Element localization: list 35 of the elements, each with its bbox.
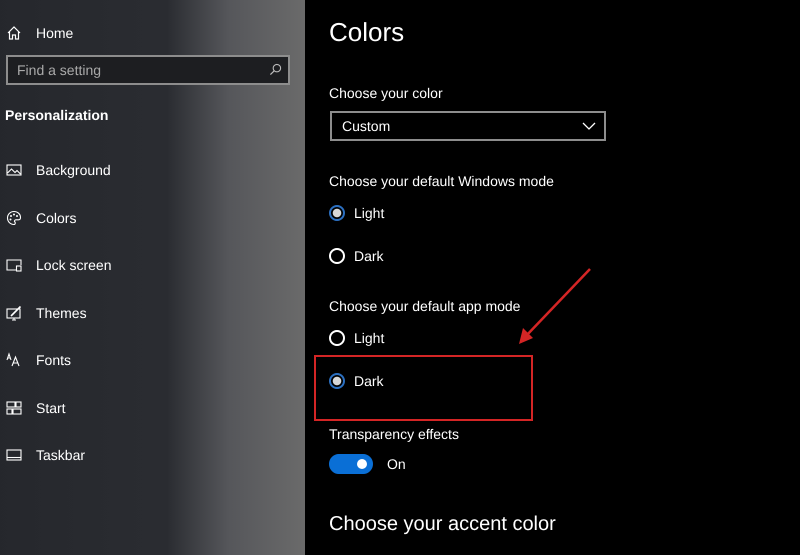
taskbar-icon	[6, 447, 22, 463]
fonts-icon	[6, 352, 22, 368]
setting-label: Transparency effects	[329, 425, 460, 443]
radio-option[interactable]: Light	[329, 328, 384, 348]
home-link[interactable]: Home	[6, 24, 74, 42]
field-label: Choose your color	[329, 84, 444, 102]
image-icon	[6, 162, 22, 178]
lock-screen-icon	[6, 257, 22, 273]
radio-option[interactable]: Light	[329, 203, 384, 223]
sidebar-item[interactable]: Start	[6, 398, 66, 416]
page-title: Colors	[329, 17, 406, 47]
chevron-down-icon	[582, 122, 596, 130]
group-label: Choose your default app mode	[329, 297, 522, 315]
section-heading: Choose your accent color	[329, 512, 557, 536]
brush-icon	[6, 304, 22, 320]
group-label: Choose your default Windows mode	[329, 172, 555, 190]
palette-icon	[6, 210, 22, 226]
search-field[interactable]: Find a setting	[6, 55, 290, 85]
toggle-state: On	[387, 456, 406, 472]
sidebar-item[interactable]: Fonts	[6, 351, 72, 369]
radio-button[interactable]	[329, 205, 345, 221]
color-dropdown[interactable]: Custom	[330, 111, 606, 141]
start-icon	[6, 400, 22, 416]
sidebar-item[interactable]: Colors	[6, 208, 76, 226]
radio-option[interactable]: Dark	[329, 246, 384, 266]
sidebar-item[interactable]: Lock screen	[6, 256, 112, 274]
toggle-switch[interactable]	[329, 454, 373, 474]
radio-button[interactable]	[329, 373, 345, 389]
home-icon	[6, 25, 22, 41]
section-heading: Personalization	[5, 107, 110, 123]
sidebar-item[interactable]: Themes	[6, 304, 87, 322]
sidebar-item[interactable]: Background	[6, 161, 111, 179]
radio-option[interactable]: Dark	[329, 371, 384, 391]
search-icon	[269, 63, 282, 76]
sidebar-item[interactable]: Taskbar	[6, 446, 86, 464]
